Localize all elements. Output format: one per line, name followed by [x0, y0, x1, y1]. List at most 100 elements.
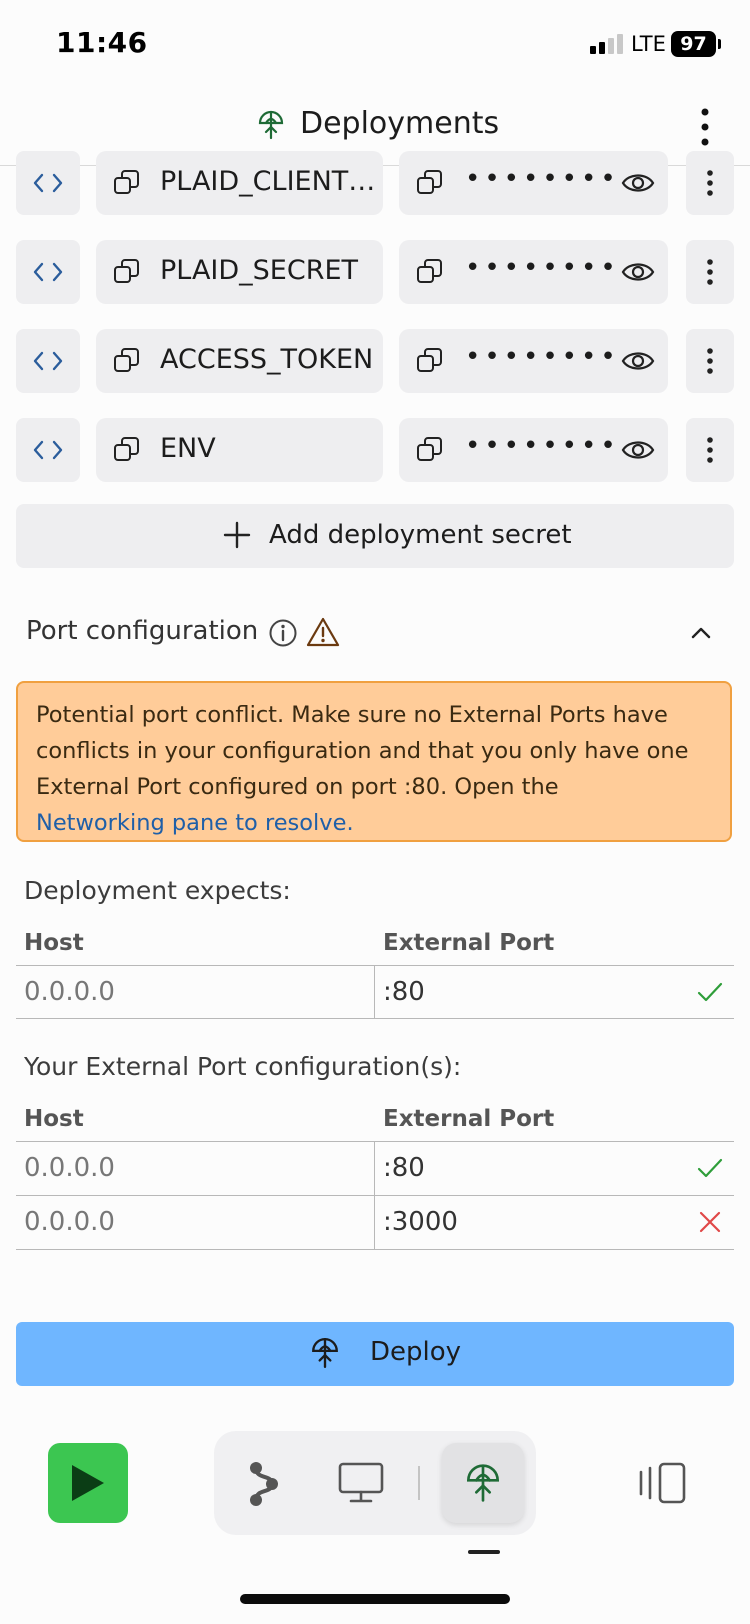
- column-header-host: Host: [24, 1106, 84, 1132]
- secret-more-button[interactable]: [686, 418, 734, 482]
- code-toggle-button[interactable]: [16, 418, 80, 482]
- split-pane-icon[interactable]: [638, 1462, 688, 1504]
- plus-icon: [223, 521, 251, 549]
- more-vertical-icon: [707, 437, 713, 463]
- add-secret-button[interactable]: Add deployment secret: [16, 504, 734, 568]
- copy-icon[interactable]: [416, 347, 444, 375]
- deploy-button[interactable]: Deploy: [16, 1322, 734, 1386]
- network-type: LTE: [631, 32, 666, 56]
- secret-value-field[interactable]: ••••••••: [399, 329, 668, 393]
- secret-value-field[interactable]: ••••••••: [399, 151, 668, 215]
- alert-text: Potential port conflict. Make sure no Ex…: [36, 702, 689, 800]
- code-icon: [33, 262, 63, 282]
- run-button[interactable]: [48, 1443, 128, 1523]
- secret-value-masked: ••••••••: [465, 253, 620, 283]
- secret-row: PLAID_SECRET ••••••••: [0, 240, 750, 304]
- yours-host: 0.0.0.0: [24, 1153, 115, 1183]
- section-title: Port configuration: [26, 616, 259, 646]
- secret-value-masked: ••••••••: [465, 164, 620, 194]
- code-toggle-button[interactable]: [16, 151, 80, 215]
- copy-icon[interactable]: [416, 258, 444, 286]
- code-icon: [33, 351, 63, 371]
- more-vertical-icon[interactable]: [690, 107, 720, 147]
- deploy-label: Deploy: [370, 1337, 462, 1367]
- copy-icon[interactable]: [416, 169, 444, 197]
- expects-host: 0.0.0.0: [24, 977, 115, 1007]
- error-x-icon: [699, 1211, 721, 1233]
- copy-icon[interactable]: [113, 347, 141, 375]
- code-icon: [33, 440, 63, 460]
- expects-port: :80: [383, 977, 425, 1007]
- code-toggle-button[interactable]: [16, 329, 80, 393]
- secret-value-field[interactable]: ••••••••: [399, 418, 668, 482]
- expects-label: Deployment expects:: [24, 876, 291, 905]
- deployments-icon: [312, 1337, 338, 1369]
- chevron-up-icon[interactable]: [688, 620, 714, 646]
- secret-row: ENV ••••••••: [0, 418, 750, 482]
- secret-more-button[interactable]: [686, 329, 734, 393]
- table-divider: [16, 1195, 734, 1196]
- alert-message: Potential port conflict. Make sure no Ex…: [36, 697, 696, 841]
- secret-key-label: ENV: [160, 433, 216, 464]
- copy-icon[interactable]: [113, 258, 141, 286]
- secret-row: ACCESS_TOKEN ••••••••: [0, 329, 750, 393]
- secret-value-masked: ••••••••: [465, 431, 620, 461]
- yours-label: Your External Port configuration(s):: [24, 1052, 462, 1081]
- checkmark-icon: [697, 1158, 723, 1178]
- secret-value-masked: ••••••••: [465, 342, 620, 372]
- add-secret-label: Add deployment secret: [269, 520, 572, 550]
- more-vertical-icon: [707, 259, 713, 285]
- yours-port: :80: [383, 1153, 425, 1183]
- yours-host: 0.0.0.0: [24, 1207, 115, 1237]
- networking-link[interactable]: Networking pane to resolve.: [36, 810, 354, 836]
- secret-row: PLAID_CLIENT… ••••••••: [0, 151, 750, 215]
- info-icon[interactable]: [268, 618, 298, 648]
- code-icon: [33, 173, 63, 193]
- column-header-host: Host: [24, 930, 84, 956]
- more-vertical-icon: [707, 348, 713, 374]
- scroll-indicator: [468, 1550, 500, 1554]
- secret-more-button[interactable]: [686, 240, 734, 304]
- eye-icon[interactable]: [621, 258, 655, 286]
- table-divider: [16, 1249, 734, 1250]
- port-conflict-alert: Potential port conflict. Make sure no Ex…: [16, 681, 732, 842]
- secret-key-field[interactable]: PLAID_SECRET: [96, 240, 383, 304]
- secret-key-label: ACCESS_TOKEN: [160, 344, 374, 375]
- webview-icon[interactable]: [338, 1462, 384, 1504]
- checkmark-icon: [697, 982, 723, 1002]
- deployments-icon: [466, 1464, 500, 1502]
- copy-icon[interactable]: [113, 169, 141, 197]
- secret-key-field[interactable]: PLAID_CLIENT…: [96, 151, 383, 215]
- eye-icon[interactable]: [621, 436, 655, 464]
- copy-icon[interactable]: [416, 436, 444, 464]
- page-title: Deployments: [300, 106, 500, 141]
- secret-key-field[interactable]: ENV: [96, 418, 383, 482]
- column-header-port: External Port: [383, 1106, 555, 1132]
- eye-icon[interactable]: [621, 169, 655, 197]
- more-vertical-icon: [707, 170, 713, 196]
- git-icon[interactable]: [246, 1460, 282, 1508]
- code-toggle-button[interactable]: [16, 240, 80, 304]
- battery-indicator: 97: [671, 31, 721, 57]
- cellular-signal-icon: [590, 34, 623, 54]
- warning-icon[interactable]: [306, 616, 340, 648]
- secret-key-field[interactable]: ACCESS_TOKEN: [96, 329, 383, 393]
- dock-active-tab[interactable]: [442, 1443, 524, 1523]
- play-icon: [72, 1465, 104, 1501]
- table-divider: [16, 1018, 734, 1019]
- yours-port: :3000: [383, 1207, 458, 1237]
- deployments-icon: [258, 110, 284, 140]
- status-time: 11:46: [56, 26, 148, 59]
- secret-more-button[interactable]: [686, 151, 734, 215]
- copy-icon[interactable]: [113, 436, 141, 464]
- home-indicator[interactable]: [240, 1594, 510, 1604]
- secret-value-field[interactable]: ••••••••: [399, 240, 668, 304]
- table-divider: [16, 1141, 734, 1142]
- table-divider: [16, 965, 734, 966]
- secret-key-label: PLAID_CLIENT…: [160, 166, 376, 197]
- column-header-port: External Port: [383, 930, 555, 956]
- secret-key-label: PLAID_SECRET: [160, 255, 359, 286]
- column-divider: [374, 966, 375, 1018]
- eye-icon[interactable]: [621, 347, 655, 375]
- dock-divider: [418, 1466, 420, 1500]
